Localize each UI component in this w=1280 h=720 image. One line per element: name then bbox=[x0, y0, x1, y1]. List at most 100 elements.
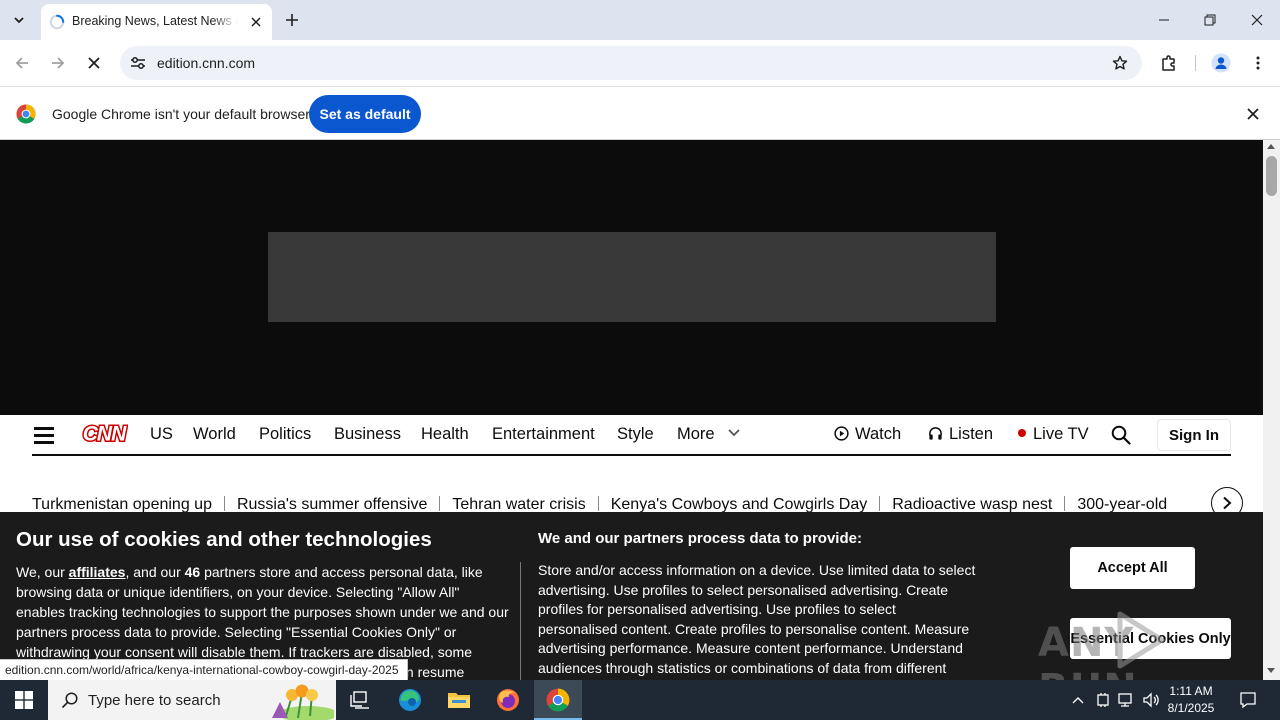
partner-count: 46 bbox=[184, 564, 201, 580]
close-window-button[interactable] bbox=[1234, 0, 1280, 40]
scrollbar-thumb[interactable] bbox=[1266, 156, 1277, 196]
file-explorer-button[interactable] bbox=[435, 680, 483, 720]
nav-watch-link[interactable]: Watch bbox=[834, 425, 901, 444]
chevron-down-icon bbox=[728, 429, 740, 437]
cookie-divider bbox=[520, 562, 521, 680]
tray-device-button[interactable] bbox=[1093, 690, 1113, 710]
bookmark-button[interactable] bbox=[1110, 53, 1130, 73]
nav-more-label: More bbox=[677, 425, 715, 443]
more-vertical-icon bbox=[1256, 56, 1260, 70]
back-button[interactable] bbox=[10, 51, 34, 75]
arrow-right-icon bbox=[52, 57, 65, 69]
loading-favicon-icon bbox=[49, 14, 65, 30]
tab-search-button[interactable] bbox=[6, 8, 32, 32]
minimize-button[interactable] bbox=[1141, 0, 1187, 40]
windows-logo-icon bbox=[15, 691, 33, 709]
web-page: CNN CNN US World Politics Business Healt… bbox=[0, 140, 1263, 680]
nav-divider bbox=[32, 454, 1231, 456]
nav-live-tv-link[interactable]: Live TV bbox=[1017, 425, 1089, 444]
chevron-up-icon bbox=[1072, 697, 1084, 704]
taskbar-search-box[interactable]: Type here to search bbox=[48, 680, 336, 720]
address-bar[interactable]: edition.cnn.com bbox=[120, 46, 1142, 80]
page-scrollbar[interactable] bbox=[1263, 140, 1280, 680]
live-tv-label: Live TV bbox=[1033, 425, 1089, 443]
nav-link-style[interactable]: Style bbox=[617, 425, 654, 444]
clock-date: 8/1/2025 bbox=[1167, 701, 1215, 715]
cookie-consent-banner: Our use of cookies and other technologie… bbox=[0, 512, 1263, 680]
puzzle-icon bbox=[1162, 55, 1175, 71]
menu-button[interactable] bbox=[1246, 51, 1270, 75]
clock-time: 1:11 AM bbox=[1169, 684, 1213, 698]
tab-close-button[interactable] bbox=[246, 12, 266, 32]
stop-loading-button[interactable] bbox=[82, 51, 106, 75]
volume-icon bbox=[1143, 692, 1159, 708]
search-icon[interactable] bbox=[1111, 425, 1131, 445]
chrome-logo-icon bbox=[16, 104, 36, 124]
set-as-default-button[interactable]: Set as default bbox=[309, 95, 421, 133]
start-button[interactable] bbox=[0, 680, 48, 720]
browser-tab[interactable]: Breaking News, Latest News and Videos | … bbox=[41, 4, 272, 40]
task-view-button[interactable] bbox=[336, 680, 384, 720]
notifications-button[interactable] bbox=[1238, 690, 1258, 710]
nav-link-world[interactable]: World bbox=[193, 425, 236, 444]
tune-icon bbox=[131, 57, 145, 69]
close-icon bbox=[88, 57, 100, 69]
purposes-text: Store and/or access information on a dev… bbox=[538, 562, 976, 680]
ad-banner-area bbox=[0, 140, 1263, 415]
volume-button[interactable] bbox=[1141, 690, 1161, 710]
nav-link-more[interactable]: More bbox=[677, 425, 741, 444]
accept-all-button[interactable]: Accept All bbox=[1070, 547, 1195, 589]
network-icon bbox=[1118, 693, 1132, 707]
firefox-icon bbox=[497, 689, 519, 711]
extensions-button[interactable] bbox=[1157, 51, 1181, 75]
essential-cookies-button[interactable]: Essential Cookies Only bbox=[1070, 618, 1231, 659]
search-highlight-flowers-icon bbox=[272, 684, 334, 720]
restore-icon bbox=[1204, 14, 1216, 26]
watch-label: Watch bbox=[855, 425, 902, 443]
live-dot-icon bbox=[1018, 429, 1026, 437]
search-placeholder: Type here to search bbox=[88, 692, 221, 709]
network-button[interactable] bbox=[1116, 690, 1136, 710]
device-icon bbox=[1097, 693, 1109, 707]
scroll-down-arrow[interactable] bbox=[1267, 668, 1275, 673]
nav-listen-link[interactable]: Listen bbox=[928, 425, 993, 444]
infobar-close-button[interactable] bbox=[1244, 105, 1262, 123]
new-tab-button[interactable] bbox=[280, 8, 304, 32]
forward-button[interactable] bbox=[46, 51, 70, 75]
cookie-heading: Our use of cookies and other technologie… bbox=[16, 528, 432, 551]
browser-toolbar: edition.cnn.com bbox=[0, 40, 1280, 86]
chevron-down-icon bbox=[14, 17, 24, 24]
play-circle-icon bbox=[834, 426, 849, 441]
notification-icon bbox=[1240, 692, 1256, 709]
taskbar-clock[interactable]: 1:11 AM 8/1/2025 bbox=[1160, 683, 1222, 717]
nav-link-health[interactable]: Health bbox=[421, 425, 469, 444]
restore-button[interactable] bbox=[1187, 0, 1233, 40]
affiliates-link[interactable]: affiliates bbox=[69, 564, 126, 580]
hamburger-menu-icon[interactable] bbox=[34, 427, 54, 444]
nav-link-us[interactable]: US bbox=[150, 425, 173, 444]
scroll-up-arrow[interactable] bbox=[1267, 144, 1275, 149]
arrow-left-icon bbox=[15, 57, 28, 69]
title-bar: Breaking News, Latest News and Videos | … bbox=[0, 0, 1280, 40]
tab-title: Breaking News, Latest News and Videos | … bbox=[72, 14, 238, 28]
ad-placeholder[interactable] bbox=[268, 232, 996, 322]
nav-link-entertainment[interactable]: Entertainment bbox=[492, 425, 595, 444]
cnn-logo[interactable]: CNN CNN bbox=[80, 420, 128, 446]
nav-link-politics[interactable]: Politics bbox=[259, 425, 311, 444]
show-hidden-icons-button[interactable] bbox=[1068, 690, 1088, 710]
chevron-right-icon bbox=[1223, 496, 1232, 510]
star-icon bbox=[1112, 55, 1128, 70]
site-info-button[interactable] bbox=[128, 53, 148, 73]
profile-button[interactable] bbox=[1209, 51, 1233, 75]
link-status-bubble: edition.cnn.com/world/africa/kenya-inter… bbox=[0, 659, 408, 680]
headphones-icon bbox=[929, 427, 942, 440]
edge-icon bbox=[399, 689, 421, 711]
chrome-taskbar-button[interactable] bbox=[534, 680, 582, 720]
nav-link-business[interactable]: Business bbox=[334, 425, 401, 444]
plus-icon bbox=[286, 14, 298, 26]
toolbar-divider bbox=[1195, 55, 1196, 71]
firefox-taskbar-button[interactable] bbox=[484, 680, 532, 720]
sign-in-button[interactable]: Sign In bbox=[1157, 419, 1231, 451]
edge-taskbar-button[interactable] bbox=[386, 680, 434, 720]
purposes-heading: We and our partners process data to prov… bbox=[538, 530, 862, 547]
